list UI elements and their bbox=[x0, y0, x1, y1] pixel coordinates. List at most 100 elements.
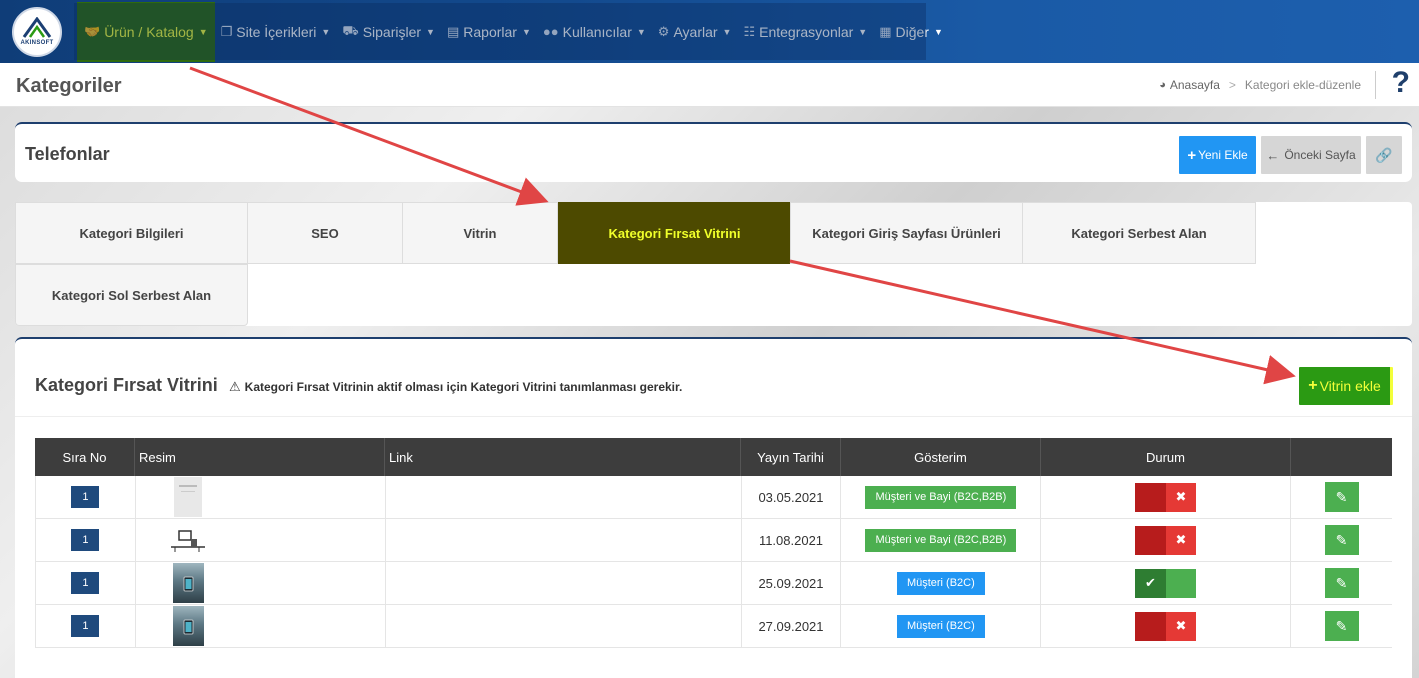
cell-actions: ✎ bbox=[1291, 562, 1392, 604]
pencil-icon: ✎ bbox=[1335, 617, 1348, 634]
table-row: 1 27.09.2021 Müşteri (B2C) ✖ ✎ bbox=[35, 605, 1392, 648]
col-yayin-tarihi: Yayın Tarihi bbox=[741, 438, 841, 476]
divider bbox=[15, 416, 1412, 417]
cell-link bbox=[386, 605, 742, 647]
sira-badge: 1 bbox=[71, 572, 100, 594]
tab-kategori-bilgileri[interactable]: Kategori Bilgileri bbox=[15, 202, 248, 264]
link-icon: 🔗 bbox=[1375, 146, 1393, 163]
breadcrumb-current: Kategori ekle-düzenle bbox=[1244, 78, 1361, 92]
tab-seo[interactable]: SEO bbox=[247, 202, 403, 264]
pencil-icon: ✎ bbox=[1335, 531, 1348, 548]
cell-gosterim: Müşteri ve Bayi (B2C,B2B) bbox=[841, 476, 1042, 518]
cell-resim bbox=[136, 519, 386, 561]
gosterim-badge: Müşteri ve Bayi (B2C,B2B) bbox=[865, 485, 1017, 509]
breadcrumb-separator: > bbox=[1228, 78, 1236, 92]
tab-kategori-sol-serbest-alan[interactable]: Kategori Sol Serbest Alan bbox=[15, 264, 248, 326]
link-button[interactable]: 🔗 bbox=[1366, 136, 1402, 174]
firsat-vitrini-card: Kategori Fırsat Vitrini ⚠ Kategori Fırsa… bbox=[15, 337, 1412, 678]
warning-message: ⚠ Kategori Fırsat Vitrinin aktif olması … bbox=[229, 379, 682, 395]
gosterim-badge: Müşteri (B2C) bbox=[896, 571, 985, 595]
cell-durum: ✖ bbox=[1041, 476, 1292, 518]
breadcrumb-home[interactable]: Anasayfa bbox=[1170, 78, 1220, 92]
table-row: 1 25.09.2021 Müşteri (B2C) ✔ ✎ bbox=[35, 562, 1392, 605]
previous-page-label: Önceki Sayfa bbox=[1284, 148, 1356, 162]
cell-actions: ✎ bbox=[1291, 605, 1392, 647]
sira-badge: 1 bbox=[71, 615, 100, 637]
help-icon[interactable]: ? bbox=[1392, 66, 1410, 100]
cell-sira: 1 bbox=[36, 519, 136, 561]
logo-text: AKINSOFT bbox=[20, 40, 54, 46]
status-toggle[interactable]: ✖ bbox=[1135, 525, 1197, 555]
page-header: Kategoriler ◕ Anasayfa > Kategori ekle-d… bbox=[0, 63, 1419, 107]
warning-icon: ⚠ bbox=[229, 379, 241, 394]
cell-link bbox=[386, 519, 742, 561]
desk-illustration-icon bbox=[171, 530, 206, 552]
logo[interactable]: AKINSOFT bbox=[12, 6, 62, 57]
cell-link bbox=[386, 476, 742, 518]
edit-button[interactable]: ✎ bbox=[1324, 611, 1359, 641]
col-sira-no: Sıra No bbox=[35, 438, 135, 476]
status-toggle[interactable]: ✔ bbox=[1135, 568, 1197, 598]
pencil-icon: ✎ bbox=[1335, 488, 1348, 505]
cell-resim bbox=[136, 562, 386, 604]
cell-actions: ✎ bbox=[1291, 519, 1392, 561]
edit-button[interactable]: ✎ bbox=[1324, 482, 1359, 512]
gosterim-badge: Müşteri ve Bayi (B2C,B2B) bbox=[865, 528, 1017, 552]
new-button[interactable]: + Yeni Ekle bbox=[1179, 136, 1256, 174]
thumbnail-image[interactable] bbox=[169, 520, 207, 560]
cell-gosterim: Müşteri (B2C) bbox=[841, 605, 1042, 647]
cell-resim bbox=[136, 605, 386, 647]
tab-kategori-giris-sayfasi-urunleri[interactable]: Kategori Giriş Sayfası Ürünleri bbox=[790, 202, 1023, 264]
cell-durum: ✔ bbox=[1041, 562, 1292, 604]
cell-actions: ✎ bbox=[1291, 476, 1392, 518]
cell-link bbox=[386, 562, 742, 604]
sira-badge: 1 bbox=[71, 486, 100, 508]
status-toggle[interactable]: ✖ bbox=[1135, 611, 1197, 641]
sira-badge: 1 bbox=[71, 529, 100, 551]
chevron-down-icon: ▼ bbox=[933, 26, 943, 37]
logo-mark-icon bbox=[22, 17, 52, 38]
col-durum: Durum bbox=[1041, 438, 1291, 476]
status-toggle[interactable]: ✖ bbox=[1135, 482, 1197, 512]
add-vitrin-button[interactable]: + Vitrin ekle bbox=[1299, 367, 1393, 405]
cell-sira: 1 bbox=[36, 605, 136, 647]
logo-wrap[interactable]: AKINSOFT bbox=[0, 0, 74, 63]
warning-text: Kategori Fırsat Vitrinin aktif olması iç… bbox=[244, 380, 683, 394]
image-placeholder-icon bbox=[179, 485, 198, 492]
edit-button[interactable]: ✎ bbox=[1324, 525, 1359, 555]
close-icon: ✖ bbox=[1165, 482, 1197, 512]
top-navbar: AKINSOFT 🤝 Ürün / Katalog ▼ ❐ Site İçeri… bbox=[0, 0, 1419, 63]
tabs-container: Kategori Bilgileri SEO Vitrin Kategori F… bbox=[15, 202, 1412, 326]
col-resim: Resim bbox=[135, 438, 385, 476]
new-button-label: Yeni Ekle bbox=[1198, 148, 1248, 162]
col-gosterim: Gösterim bbox=[841, 438, 1041, 476]
category-header-card: Telefonlar + Yeni Ekle ← Önceki Sayfa 🔗 bbox=[15, 122, 1412, 182]
edit-button[interactable]: ✎ bbox=[1324, 568, 1359, 598]
tab-vitrin[interactable]: Vitrin bbox=[402, 202, 558, 264]
plus-icon: + bbox=[1187, 146, 1197, 164]
cell-yayin-tarihi: 11.08.2021 bbox=[742, 519, 842, 561]
phone-photo-icon bbox=[183, 619, 194, 635]
cell-sira: 1 bbox=[36, 476, 136, 518]
help-divider bbox=[1375, 71, 1376, 99]
check-icon: ✔ bbox=[1135, 568, 1166, 598]
col-actions bbox=[1291, 438, 1392, 476]
cell-yayin-tarihi: 25.09.2021 bbox=[742, 562, 842, 604]
col-link: Link bbox=[385, 438, 741, 476]
cell-resim bbox=[136, 476, 386, 518]
tab-kategori-serbest-alan[interactable]: Kategori Serbest Alan bbox=[1022, 202, 1256, 264]
thumbnail-image[interactable] bbox=[172, 563, 204, 603]
cell-gosterim: Müşteri ve Bayi (B2C,B2B) bbox=[841, 519, 1042, 561]
thumbnail-image[interactable] bbox=[174, 477, 203, 517]
previous-page-button[interactable]: ← Önceki Sayfa bbox=[1261, 136, 1361, 174]
thumbnail-image[interactable] bbox=[172, 606, 204, 646]
close-icon: ✖ bbox=[1165, 525, 1197, 555]
tab-kategori-firsat-vitrini[interactable]: Kategori Fırsat Vitrini bbox=[558, 202, 791, 264]
section-title: Kategori Fırsat Vitrini bbox=[35, 375, 218, 395]
table-row: 1 11.08.2021 Müşteri ve Bayi (B2C,B2B) ✖… bbox=[35, 519, 1392, 562]
pencil-icon: ✎ bbox=[1335, 574, 1348, 591]
cell-gosterim: Müşteri (B2C) bbox=[841, 562, 1042, 604]
cell-durum: ✖ bbox=[1041, 605, 1292, 647]
nav-strip bbox=[74, 3, 926, 60]
cell-yayin-tarihi: 03.05.2021 bbox=[742, 476, 842, 518]
